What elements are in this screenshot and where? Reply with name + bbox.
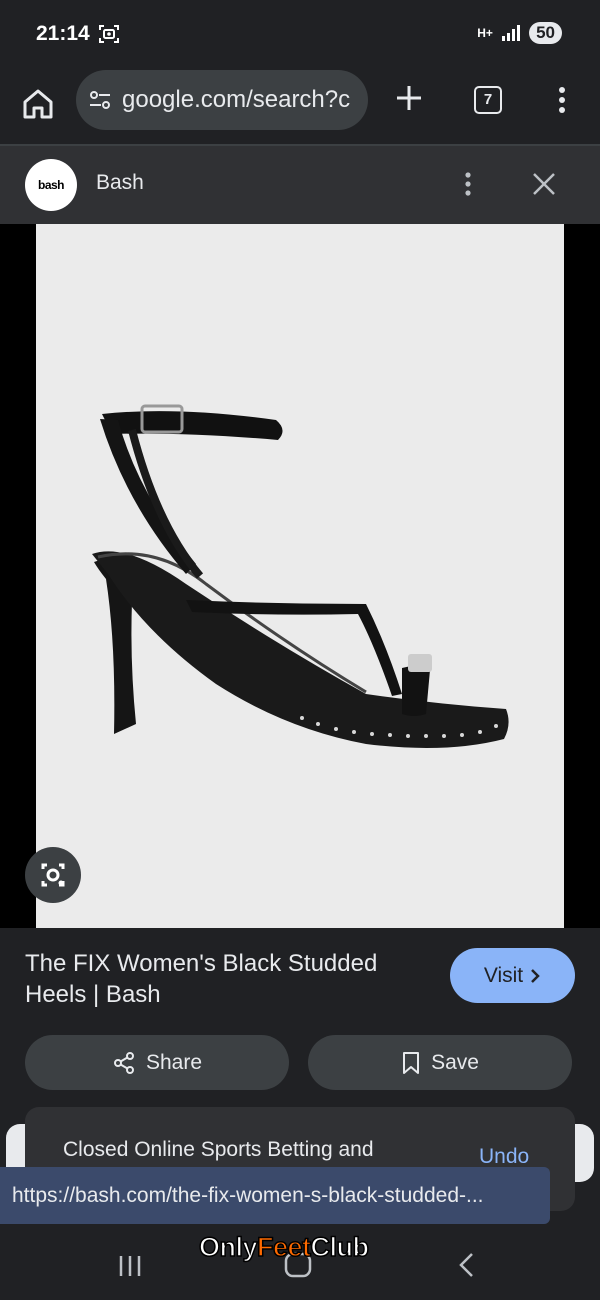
watermark-part-1: Only	[198, 1231, 258, 1263]
screenshot-icon	[99, 25, 119, 43]
watermark: OnlyFeetClub	[198, 1231, 370, 1263]
home-icon[interactable]	[18, 84, 58, 124]
source-name[interactable]: Bash	[96, 171, 144, 195]
image-viewer	[0, 224, 600, 928]
adjacent-card-right[interactable]	[572, 1124, 594, 1182]
back-icon[interactable]	[454, 1250, 480, 1280]
new-tab-icon[interactable]	[393, 82, 425, 114]
source-more-icon[interactable]	[458, 168, 478, 200]
visit-button[interactable]: Visit	[450, 948, 575, 1003]
lens-icon	[41, 863, 65, 887]
product-image[interactable]	[36, 224, 564, 928]
address-bar[interactable]: google.com/search?c	[76, 70, 368, 130]
browser-toolbar: google.com/search?c 7	[0, 70, 600, 144]
close-icon[interactable]	[530, 170, 558, 198]
url-text[interactable]: google.com/search?c	[122, 86, 350, 114]
watermark-part-3: Club	[310, 1231, 370, 1263]
share-icon	[113, 1051, 134, 1074]
site-settings-icon[interactable]	[88, 88, 112, 112]
sandal-illustration	[92, 404, 509, 748]
tab-switcher-button[interactable]: 7	[474, 86, 502, 114]
recent-apps-icon[interactable]	[115, 1252, 145, 1280]
watermark-part-2: Feet	[256, 1231, 312, 1263]
snackbar-message: Closed Online Sports Betting and	[63, 1138, 374, 1161]
source-logo[interactable]: bash	[25, 159, 77, 211]
source-header: bash Bash	[0, 146, 600, 224]
more-options-icon[interactable]	[552, 84, 572, 116]
status-bar: 21:14 H+ 50	[0, 0, 600, 70]
network-type: H+	[477, 25, 493, 40]
save-button[interactable]: Save	[308, 1035, 572, 1090]
save-label: Save	[431, 1050, 479, 1074]
lens-search-button[interactable]	[25, 847, 81, 903]
link-url-preview: https://bash.com/the-fix-women-s-black-s…	[0, 1167, 550, 1224]
share-button[interactable]: Share	[25, 1035, 289, 1090]
signal-icon	[502, 25, 521, 41]
undo-button[interactable]: Undo	[479, 1145, 529, 1169]
share-label: Share	[145, 1050, 203, 1074]
visit-label: Visit	[483, 963, 524, 987]
status-time: 21:14	[36, 22, 90, 45]
status-icons: H+ 50	[477, 22, 562, 44]
battery-indicator: 50	[529, 22, 562, 44]
chevron-right-icon	[531, 968, 540, 983]
product-title[interactable]: The FIX Women's Black Studded Heels | Ba…	[25, 948, 425, 1010]
bookmark-icon	[403, 1051, 420, 1074]
